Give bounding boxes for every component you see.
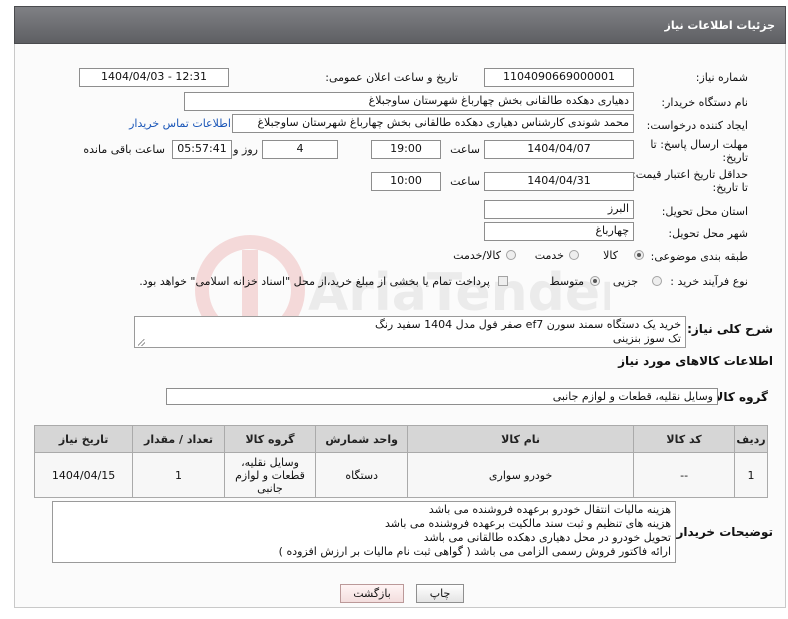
goods-section-title: اطلاعات کالاهای مورد نیاز	[618, 354, 773, 368]
cell-group: وسایل نقلیه، قطعات و لوازم جانبی	[223, 452, 317, 498]
cell-row: 1	[734, 452, 768, 498]
cell-name: خودرو سواری	[407, 452, 635, 498]
treasury-payment-checkbox[interactable]	[498, 276, 508, 286]
buyer-note-line-1: هزینه مالیات انتقال خودرو برعهده فروشنده…	[428, 503, 671, 516]
col-group: گروه کالا	[223, 425, 317, 453]
purchase-type-radio-minor[interactable]	[652, 276, 662, 286]
deadline-hour-label: ساعت	[450, 143, 480, 156]
cell-qty: 1	[132, 452, 225, 498]
price-valid-label-1: حداقل تاریخ اعتبار قیمت:	[632, 168, 748, 181]
category-option-goods-service: کالا/خدمت	[453, 249, 501, 262]
panel-title: جزئیات اطلاعات نیاز	[664, 19, 776, 32]
remaining-time-field: 05:57:41	[172, 140, 232, 159]
city-label: شهر محل تحویل:	[668, 227, 748, 240]
col-unit: واحد شمارش	[315, 425, 409, 453]
category-label: طبقه بندی موضوعی:	[650, 250, 748, 263]
col-row: ردیف	[734, 425, 768, 453]
announce-field: 1404/04/03 - 12:31	[79, 68, 229, 87]
deadline-label-1: مهلت ارسال پاسخ: تا	[650, 138, 748, 151]
need-number-label: شماره نیاز:	[695, 71, 748, 84]
col-date: تاریخ نیاز	[33, 425, 134, 453]
city-field: چهارباغ	[484, 222, 634, 241]
table-row: 1 -- خودرو سواری دستگاه وسایل نقلیه، قطع…	[33, 452, 768, 498]
purchase-type-option-medium: متوسط	[549, 275, 584, 288]
goods-group-field: وسایل نقلیه، قطعات و لوازم جانبی	[166, 388, 718, 405]
contact-info-link[interactable]: اطلاعات تماس خریدار	[129, 117, 231, 130]
description-label: شرح کلی نیاز:	[687, 322, 773, 336]
goods-table: ردیف کد کالا نام کالا واحد شمارش گروه کا…	[33, 425, 768, 498]
cell-date: 1404/04/15	[33, 452, 134, 498]
print-button[interactable]: چاپ	[416, 584, 464, 603]
purchase-type-label: نوع فرآیند خرید :	[670, 275, 748, 288]
description-line-2: تک سوز بنزینی	[612, 332, 681, 345]
purchase-type-radio-medium[interactable]	[590, 276, 600, 286]
category-option-goods: کالا	[603, 249, 618, 262]
category-option-service: خدمت	[534, 249, 564, 262]
province-label: استان محل تحویل:	[661, 205, 748, 218]
buyer-note-line-4: ارائه فاکتور فروش رسمی الزامی می باشد ( …	[278, 545, 671, 558]
buyer-notes-textarea[interactable]: هزینه مالیات انتقال خودرو برعهده فروشنده…	[52, 501, 676, 563]
category-radio-service[interactable]	[569, 250, 579, 260]
price-valid-date-field: 1404/04/31	[484, 172, 634, 191]
resize-grip[interactable]	[138, 339, 145, 346]
cell-group-line-1: وسایل نقلیه،	[241, 455, 299, 469]
days-label: روز و	[233, 143, 258, 156]
description-textarea[interactable]: خرید یک دستگاه سمند سورن ef7 صفر فول مدل…	[134, 316, 686, 348]
goods-table-wrap: ردیف کد کالا نام کالا واحد شمارش گروه کا…	[33, 425, 768, 498]
cell-group-line-3: جانبی	[257, 481, 283, 495]
col-name: نام کالا	[407, 425, 635, 453]
price-valid-time-field: 10:00	[371, 172, 441, 191]
goods-group-label: گروه کالا:	[709, 390, 768, 404]
deadline-time-field: 19:00	[371, 140, 441, 159]
need-number-field: 1104090669000001	[484, 68, 634, 87]
announce-label: تاریخ و ساعت اعلان عمومی:	[325, 71, 458, 84]
price-valid-label-2: تا تاریخ:	[712, 181, 748, 194]
buyer-note-line-2: هزینه های تنظیم و ثبت سند مالکیت برعهده …	[385, 517, 671, 530]
remaining-time-label: ساعت باقی مانده	[83, 143, 165, 156]
buyer-org-field: دهیاری دهکده طالقانی بخش چهارباغ شهرستان…	[184, 92, 634, 111]
category-radio-goods[interactable]	[634, 250, 644, 260]
cell-code: --	[633, 452, 736, 498]
deadline-label-2: تاریخ:	[722, 151, 748, 164]
cell-group-line-2: قطعات و لوازم	[235, 468, 305, 482]
deadline-date-field: 1404/04/07	[484, 140, 634, 159]
back-button[interactable]: بازگشت	[340, 584, 404, 603]
category-radio-goods-service[interactable]	[506, 250, 516, 260]
requester-field: محمد شوندی کارشناس دهیاری دهکده طالقانی …	[232, 114, 634, 133]
price-valid-hour-label: ساعت	[450, 175, 480, 188]
remaining-days-field: 4	[262, 140, 338, 159]
requester-label: ایجاد کننده درخواست:	[646, 119, 748, 132]
treasury-payment-note: پرداخت تمام یا بخشی از مبلغ خرید،از محل …	[139, 275, 490, 288]
panel-header: جزئیات اطلاعات نیاز	[14, 6, 786, 44]
buyer-note-line-3: تحویل خودرو در محل دهیاری دهکده طالقانی …	[423, 531, 671, 544]
buyer-org-label: نام دستگاه خریدار:	[661, 96, 748, 109]
description-line-1: خرید یک دستگاه سمند سورن ef7 صفر فول مدل…	[375, 318, 681, 331]
col-qty: تعداد / مقدار	[132, 425, 225, 453]
purchase-type-option-minor: جزیی	[612, 275, 638, 288]
goods-table-header: ردیف کد کالا نام کالا واحد شمارش گروه کا…	[33, 425, 768, 453]
cell-unit: دستگاه	[315, 452, 409, 498]
col-code: کد کالا	[633, 425, 736, 453]
province-field: البرز	[484, 200, 634, 219]
buyer-notes-label: توضیحات خریدار:	[671, 525, 773, 539]
